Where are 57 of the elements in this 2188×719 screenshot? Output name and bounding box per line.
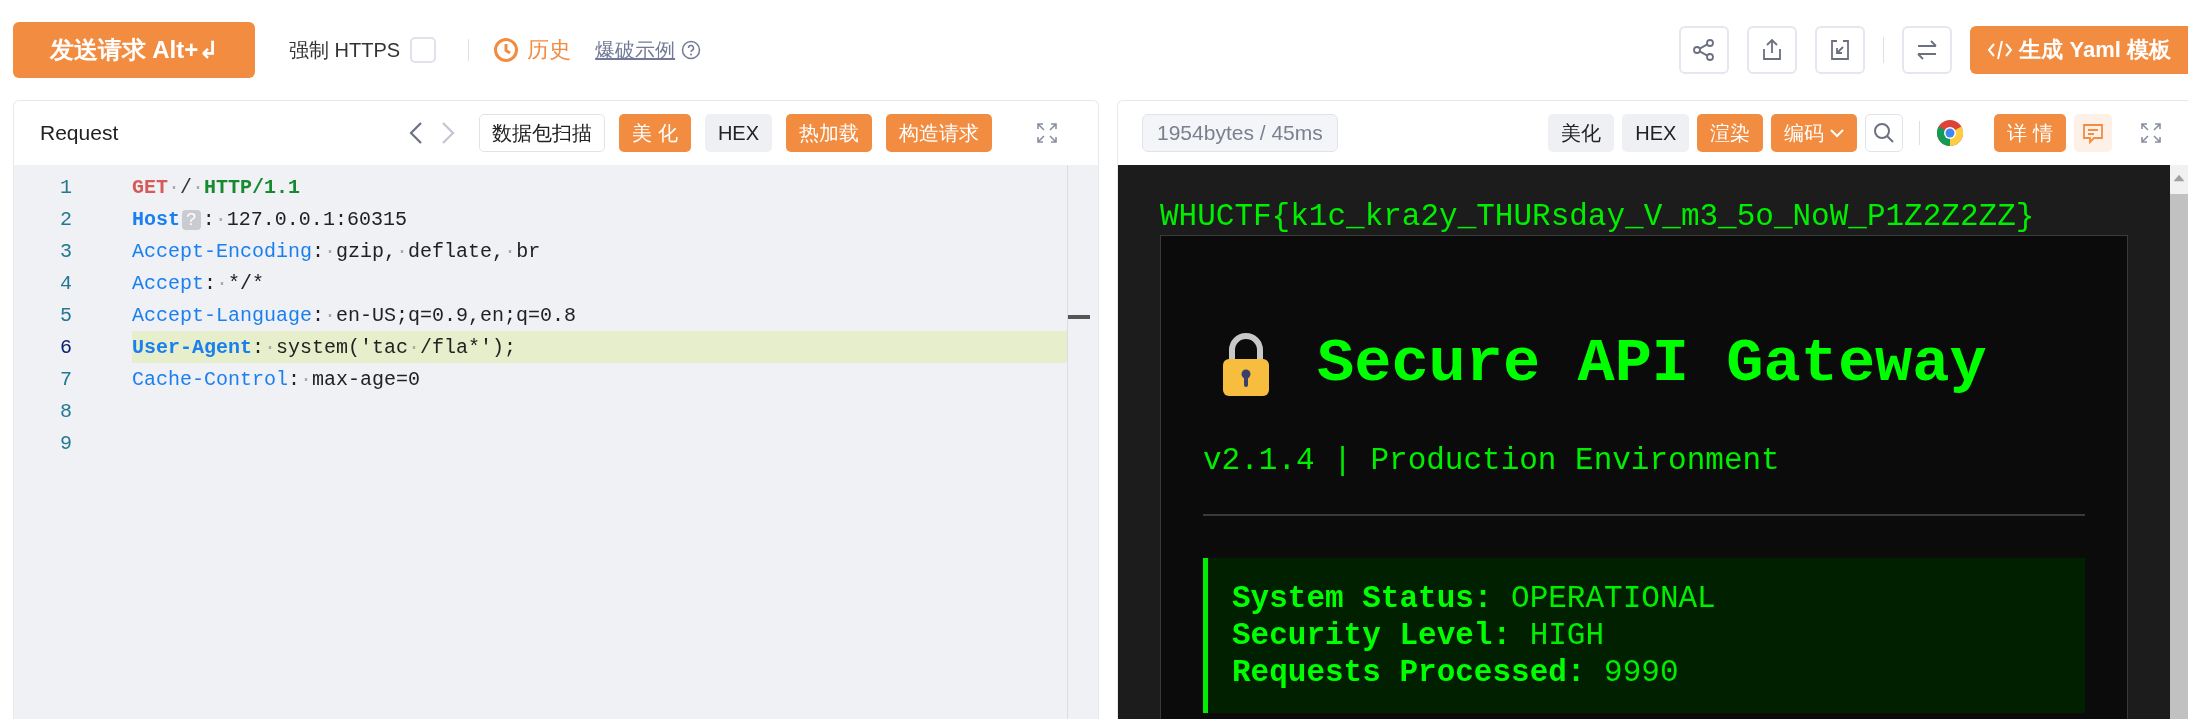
scrollbar-thumb[interactable] xyxy=(2170,194,2188,719)
toolbar-button[interactable]: HEX xyxy=(1622,114,1690,152)
line-number: 8 xyxy=(59,399,73,423)
expand-icon[interactable] xyxy=(2140,122,2162,144)
share-button[interactable] xyxy=(1679,26,1730,74)
export-button[interactable] xyxy=(1747,26,1798,74)
toolbar-button[interactable]: 美化 xyxy=(1548,114,1615,152)
toolbar-button[interactable]: 编码 xyxy=(1771,114,1858,152)
line-number: 2 xyxy=(59,207,73,231)
line-number: 1 xyxy=(59,175,73,199)
line-number: 9 xyxy=(59,431,73,455)
browser-icon[interactable] xyxy=(1936,119,1965,147)
line-number: 3 xyxy=(59,239,73,263)
toolbar-button[interactable]: 构造请求 xyxy=(886,114,992,152)
code-line: Cache-Control:·max-age=0 xyxy=(132,367,421,391)
line-number: 5 xyxy=(59,303,73,327)
history-button[interactable]: 历史 xyxy=(493,35,572,65)
expand-icon[interactable] xyxy=(1036,122,1058,144)
status-line: System Status: OPERATIONAL xyxy=(1232,580,1717,617)
help-icon[interactable] xyxy=(681,40,702,60)
force-https-label: 强制 HTTPS xyxy=(289,37,401,63)
scroll-up-icon[interactable] xyxy=(2172,173,2186,183)
status-line: Requests Processed: 9990 xyxy=(1232,654,1680,691)
generate-yaml-button[interactable]: 生成 Yaml 模板 xyxy=(1970,26,2188,74)
back-icon[interactable] xyxy=(409,121,424,145)
toolbar-button[interactable]: 美 化 xyxy=(619,114,691,152)
import-button[interactable] xyxy=(1815,26,1866,74)
swap-button[interactable] xyxy=(1902,26,1953,74)
code-line: Accept-Language:·en-US;q=0.9,en;q=0.8 xyxy=(132,303,577,327)
status-line: Security Level: HIGH xyxy=(1232,617,1606,654)
code-line: Host ? :·127.0.0.1:60315 xyxy=(132,207,407,231)
version-subtitle: v2.1.4 | Production Environment xyxy=(1203,443,1780,478)
toolbar-button[interactable]: HEX xyxy=(704,114,772,152)
clock-icon xyxy=(493,37,520,63)
details-button[interactable]: 详 情 xyxy=(1994,114,2066,152)
search-button[interactable] xyxy=(1865,114,1904,152)
code-line: Accept-Encoding:·gzip,·deflate,·br xyxy=(132,239,541,263)
response-stats: 1954bytes / 45ms xyxy=(1142,114,1338,152)
caret-icon xyxy=(1830,128,1845,138)
code-icon xyxy=(1987,39,2014,61)
page-heading: Secure API Gateway xyxy=(1317,328,1987,399)
line-number: 7 xyxy=(59,367,73,391)
comment-button[interactable] xyxy=(2074,114,2112,152)
code-line: Accept:·*/* xyxy=(132,271,265,295)
code-line: User-Agent:·system('tac·/fla*'); xyxy=(132,335,517,359)
code-line: GET·/·HTTP/1.1 xyxy=(132,175,301,199)
toolbar-button[interactable]: 数据包扫描 xyxy=(479,114,606,152)
comment-icon xyxy=(2081,121,2105,145)
send-request-button[interactable]: 发送请求 Alt+↲ xyxy=(13,22,255,78)
toolbar-button[interactable]: 渲染 xyxy=(1697,114,1764,152)
force-https-checkbox[interactable] xyxy=(410,37,437,63)
line-number: 4 xyxy=(59,271,73,295)
flag-text: WHUCTF{k1c_kra2y_THURsday_V_m3_5o_NoW_P1Z2Z2ZZ} xyxy=(1160,199,2035,235)
toolbar-button[interactable]: 热加载 xyxy=(786,114,872,152)
line-number: 6 xyxy=(59,335,73,359)
brute-example-link[interactable]: 爆破示例 xyxy=(595,36,676,64)
panel-title: Request xyxy=(40,121,119,145)
